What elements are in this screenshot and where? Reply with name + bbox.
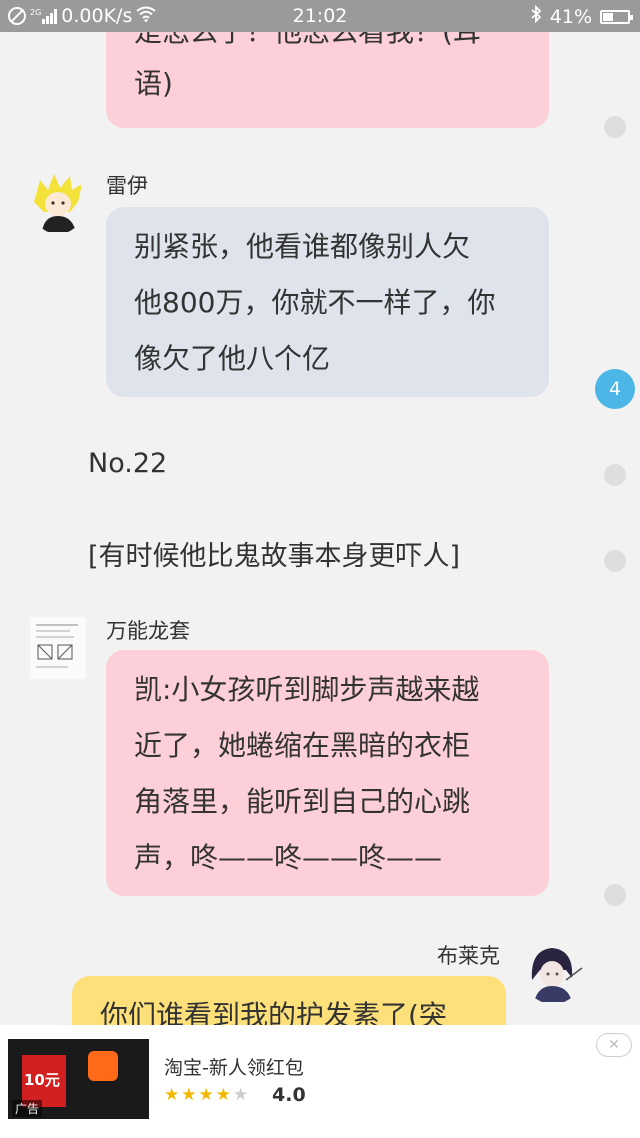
sender-name: 雷伊 (106, 174, 148, 198)
narration-text: No.22 (88, 448, 168, 479)
message-bubble[interactable]: 别紧张，他看谁都像别人欠 他800万，你就不一样了，你 像欠了他八个亿 (106, 207, 549, 397)
message-line: 你们谁看到我的护发素了(突 (100, 999, 447, 1025)
comment-dot[interactable] (604, 884, 626, 906)
avatar[interactable] (30, 172, 86, 234)
avatar[interactable] (30, 617, 86, 679)
rating-stars: ★★★★★ (164, 1085, 250, 1105)
avatar[interactable] (522, 940, 584, 1004)
message-line: 是怎么了？他怎么看我？(耳 (134, 32, 521, 60)
status-bar: 2G 0.00K/s 21:02 41% (0, 0, 640, 32)
ad-coupon-text: 10元 (24, 1071, 60, 1089)
star-icon: ★ (198, 1085, 216, 1105)
message-line: 语) (134, 67, 173, 100)
message-line: 他800万，你就不一样了，你 (134, 286, 496, 319)
ad-title[interactable]: 淘宝-新人领红包 (164, 1053, 304, 1080)
ad-banner[interactable]: 10元 广告 淘宝-新人领红包 ★★★★★ 4.0 ✕ (0, 1025, 640, 1138)
message-line: 别紧张，他看谁都像别人欠 (134, 230, 471, 263)
message-line: 声，咚——咚——咚—— (134, 841, 443, 874)
comment-dot[interactable] (604, 464, 626, 486)
star-icon: ★ (215, 1085, 233, 1105)
message-line: 像欠了他八个亿 (134, 342, 331, 375)
message-bubble[interactable]: 凯:小女孩听到脚步声越来越 近了，她蜷缩在黑暗的衣柜 角落里，能听到自己的心跳 … (106, 650, 549, 896)
message-line: 凯:小女孩听到脚步声越来越 (134, 673, 480, 706)
sender-name: 万能龙套 (106, 619, 190, 643)
message-bubble[interactable]: 你们谁看到我的护发素了(突 (72, 976, 506, 1025)
ad-label: 广告 (12, 1100, 43, 1117)
star-icon: ★ (164, 1085, 182, 1105)
comment-dot[interactable] (604, 550, 626, 572)
message-line: 近了，她蜷缩在黑暗的衣柜 (134, 729, 471, 762)
bluetooth-icon (530, 4, 542, 28)
close-icon[interactable]: ✕ (596, 1033, 632, 1057)
battery-percent: 41% (549, 5, 592, 28)
comment-count-badge[interactable]: 4 (595, 369, 635, 409)
rating-value: 4.0 (272, 1084, 306, 1106)
chat-view[interactable]: 是怎么了？他怎么看我？(耳 语) 雷伊 别紧张，他看谁都像别人欠 他800万，你… (0, 32, 640, 1025)
sender-name: 布莱克 (437, 944, 500, 968)
battery-icon (600, 9, 633, 24)
comment-dot[interactable] (604, 116, 626, 138)
taobao-logo-icon (88, 1051, 118, 1081)
narration-text: [有时候他比鬼故事本身更吓人] (88, 541, 461, 572)
star-empty-icon: ★ (233, 1085, 251, 1105)
star-icon: ★ (181, 1085, 199, 1105)
ad-image[interactable]: 10元 广告 (8, 1039, 149, 1119)
message-line: 角落里，能听到自己的心跳 (134, 785, 471, 818)
message-bubble[interactable]: 是怎么了？他怎么看我？(耳 语) (106, 32, 549, 128)
